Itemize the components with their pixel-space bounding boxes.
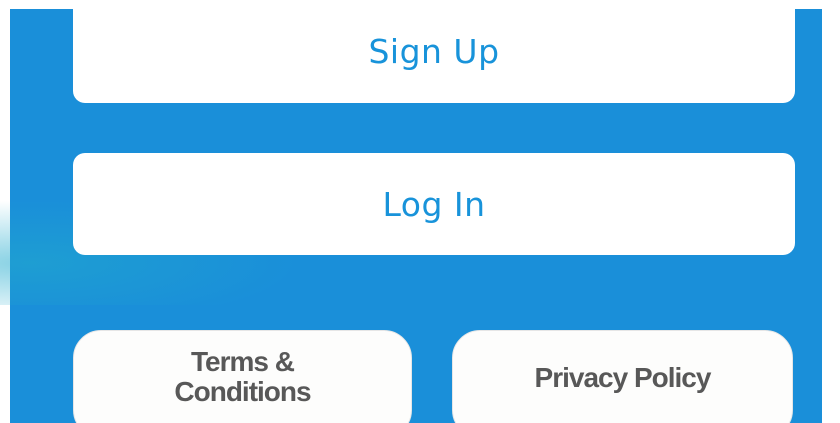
sign-up-button[interactable]: Sign Up xyxy=(73,0,795,103)
right-edge xyxy=(822,0,840,423)
privacy-policy-label: Privacy Policy xyxy=(534,362,712,393)
privacy-policy-button[interactable]: Privacy Policy xyxy=(452,330,793,423)
auth-screen: Sign Up Log In Terms & Conditions Privac… xyxy=(0,0,840,423)
log-in-button[interactable]: Log In xyxy=(73,153,795,255)
terms-and-conditions-button[interactable]: Terms & Conditions xyxy=(73,330,412,423)
terms-and-conditions-label: Terms & Conditions xyxy=(174,346,311,407)
